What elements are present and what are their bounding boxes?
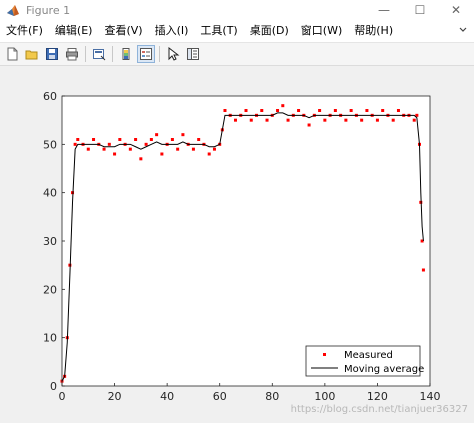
measured-point <box>333 109 337 112</box>
measured-point <box>297 109 301 112</box>
x-tick-label: 0 <box>59 390 66 403</box>
menu-window[interactable]: 窗口(W) <box>295 20 348 42</box>
save-icon[interactable] <box>44 46 60 62</box>
toolbar <box>0 43 474 66</box>
measured-point <box>249 118 253 122</box>
measured-point <box>233 118 237 122</box>
legend-label-moving-average: Moving average <box>344 364 424 375</box>
x-tick-label: 60 <box>213 390 227 403</box>
menu-view[interactable]: 查看(V) <box>98 20 148 42</box>
measured-point <box>118 138 122 141</box>
measured-point <box>191 147 195 151</box>
toolbar-separator <box>85 46 86 62</box>
measured-point <box>92 138 96 141</box>
menu-edit[interactable]: 编辑(E) <box>49 20 99 42</box>
measured-point <box>86 147 90 151</box>
measured-point <box>344 118 348 122</box>
measured-point <box>323 118 327 122</box>
new-file-icon[interactable] <box>4 46 20 62</box>
measured-point <box>155 133 159 137</box>
measured-point <box>223 109 227 112</box>
matlab-logo-icon <box>6 3 20 17</box>
x-tick-label: 20 <box>108 390 122 403</box>
measured-point <box>281 104 285 108</box>
menu-desktop[interactable]: 桌面(D) <box>244 20 295 42</box>
figure-canvas: 0 20 40 60 80 100 120 140 0 10 20 30 40 50 60 Measured… <box>0 66 474 423</box>
measured-point <box>244 109 248 112</box>
close-button[interactable]: ✕ <box>438 0 474 20</box>
measured-point <box>421 268 425 272</box>
menu-tools[interactable]: 工具(T) <box>194 20 243 42</box>
menu-file[interactable]: 文件(F) <box>0 20 49 42</box>
measured-point <box>113 152 117 156</box>
x-tick-label: 80 <box>265 390 279 403</box>
x-tick-label: 100 <box>314 390 335 403</box>
measured-point <box>102 147 106 151</box>
measured-point <box>160 152 164 156</box>
maximize-button[interactable]: ☐ <box>402 0 438 20</box>
measured-point <box>212 147 216 151</box>
measured-point <box>76 138 80 141</box>
toolbar-separator <box>159 46 160 62</box>
property-editor-icon[interactable] <box>185 46 201 62</box>
measured-point <box>375 118 379 122</box>
window-title: Figure 1 <box>26 3 71 17</box>
watermark-text: https://blog.csdn.net/tianjuer36327 <box>291 404 468 415</box>
measured-point <box>360 118 364 122</box>
measured-point <box>149 138 153 141</box>
measured-point <box>286 118 290 122</box>
measured-point <box>365 109 369 112</box>
title-bar: Figure 1 — ☐ ✕ <box>0 0 474 20</box>
colorbar-icon[interactable] <box>118 46 134 62</box>
legend-label-measured: Measured <box>344 350 393 361</box>
measured-point <box>391 118 395 122</box>
measured-point <box>139 157 143 161</box>
y-tick-label: 30 <box>43 235 57 248</box>
axes-background[interactable] <box>62 96 430 386</box>
measured-point <box>144 142 148 146</box>
y-tick-label: 60 <box>43 90 57 103</box>
legend[interactable]: Measured Moving average <box>305 345 424 377</box>
measured-point <box>396 109 400 112</box>
y-tick-label: 0 <box>50 380 57 393</box>
measured-point <box>134 138 138 141</box>
pointer-icon[interactable] <box>165 46 181 62</box>
measured-point <box>276 109 280 112</box>
chart-svg[interactable]: 0 20 40 60 80 100 120 140 0 10 20 30 40 50 60 Measured… <box>0 66 474 423</box>
open-folder-icon[interactable] <box>24 46 40 62</box>
measured-point <box>260 109 264 112</box>
measured-point <box>73 142 77 146</box>
y-tick-label: 10 <box>43 332 57 345</box>
measured-point <box>349 109 353 112</box>
measured-point <box>412 118 416 122</box>
measured-point <box>381 109 385 112</box>
legend-icon[interactable] <box>137 45 155 63</box>
x-tick-label: 140 <box>420 390 441 403</box>
measured-point <box>181 133 185 137</box>
y-tick-label: 40 <box>43 187 57 200</box>
y-tick-label: 20 <box>43 283 57 296</box>
measured-point <box>107 142 111 146</box>
x-tick-label: 120 <box>367 390 388 403</box>
menu-help[interactable]: 帮助(H) <box>348 20 399 42</box>
measured-point <box>128 147 132 151</box>
figure-window: Figure 1 — ☐ ✕ 文件(F) 编辑(E) 查看(V) 插入(I) 工… <box>0 0 474 423</box>
measured-point <box>197 138 201 141</box>
measured-point <box>265 118 269 122</box>
menu-insert[interactable]: 插入(I) <box>149 20 195 42</box>
menu-collapse-icon[interactable] <box>458 25 468 38</box>
measured-point <box>207 152 211 156</box>
link-figure-icon[interactable] <box>91 46 107 62</box>
measured-point <box>176 147 180 151</box>
menu-bar: 文件(F) 编辑(E) 查看(V) 插入(I) 工具(T) 桌面(D) 窗口(W… <box>0 20 474 43</box>
measured-point <box>307 123 311 127</box>
print-icon[interactable] <box>64 46 80 62</box>
minimize-button[interactable]: — <box>366 0 402 20</box>
measured-point <box>170 138 174 141</box>
y-tick-label: 50 <box>43 138 57 151</box>
measured-point <box>318 109 322 112</box>
toolbar-separator <box>112 46 113 62</box>
x-tick-label: 40 <box>160 390 174 403</box>
legend-marker-measured <box>323 353 326 356</box>
